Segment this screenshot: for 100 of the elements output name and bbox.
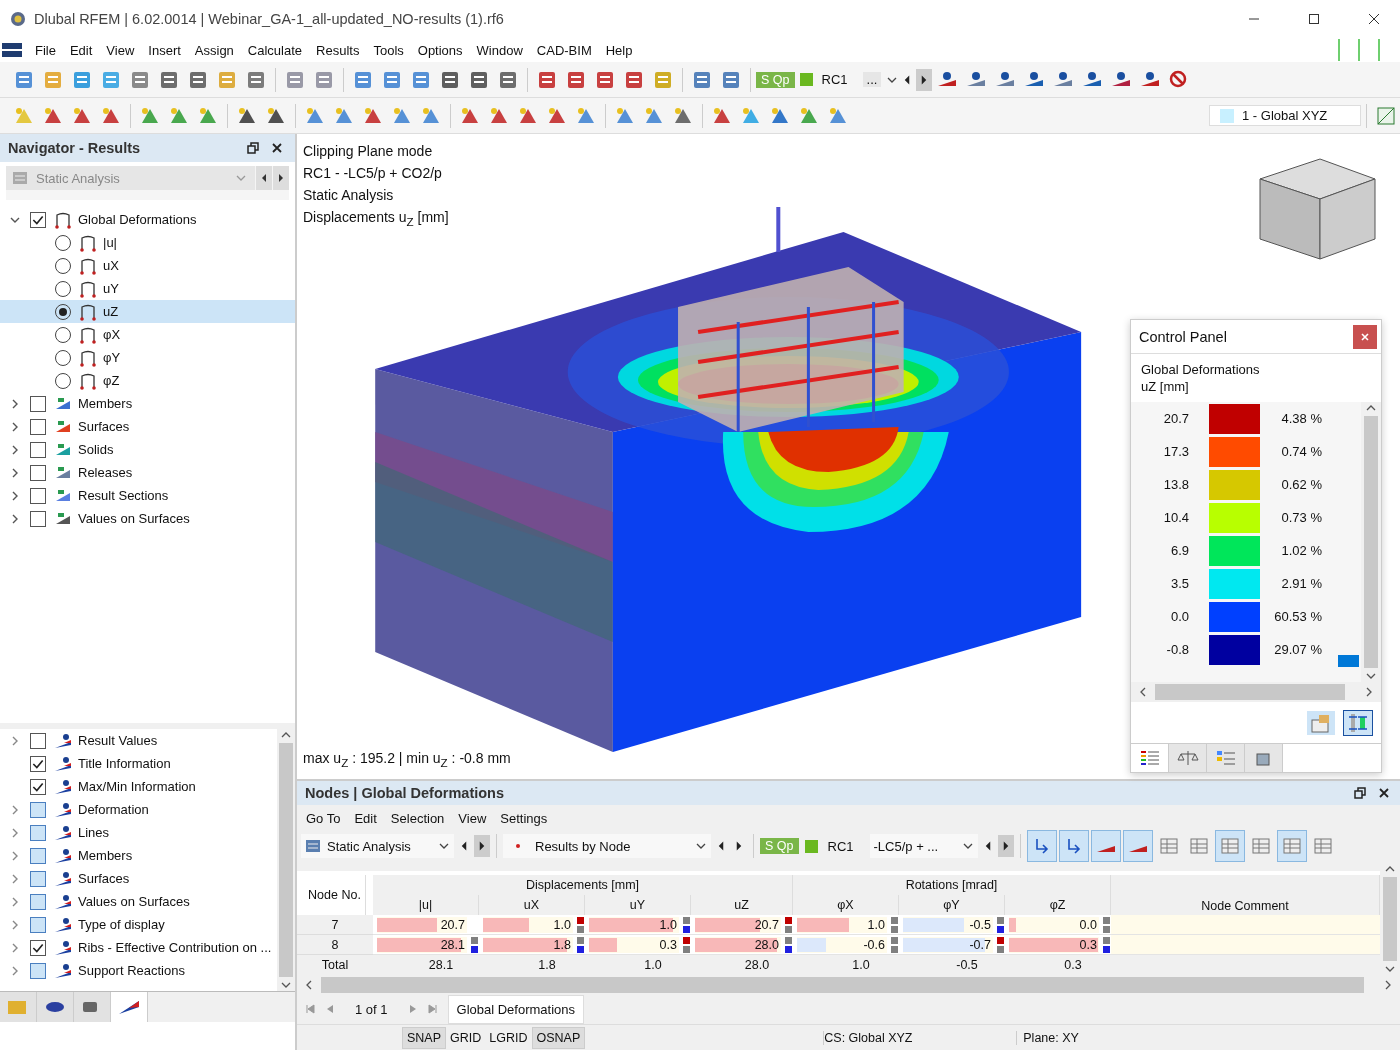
next-icon[interactable] bbox=[916, 68, 933, 91]
menu-item[interactable]: Options bbox=[410, 42, 470, 58]
checkbox[interactable] bbox=[30, 962, 46, 979]
checkbox[interactable] bbox=[30, 916, 46, 933]
status-toggle[interactable]: SNAP bbox=[402, 1026, 447, 1049]
sheet-tab[interactable]: Global Deformations bbox=[447, 994, 585, 1024]
menu-item[interactable]: Calculate bbox=[240, 42, 310, 58]
checkbox[interactable] bbox=[30, 755, 46, 772]
expand-icon[interactable] bbox=[10, 919, 20, 930]
checkbox[interactable] bbox=[30, 893, 46, 910]
expand-icon[interactable] bbox=[10, 965, 20, 976]
checkbox[interactable] bbox=[30, 441, 46, 458]
panel-tab[interactable] bbox=[1169, 744, 1207, 772]
tree-item[interactable]: Global Deformations bbox=[78, 212, 197, 227]
close-icon[interactable] bbox=[271, 142, 283, 154]
checkbox[interactable] bbox=[30, 211, 46, 228]
tool-icon[interactable] bbox=[1122, 830, 1153, 862]
expand-icon[interactable] bbox=[10, 896, 20, 907]
menu-item[interactable]: View bbox=[99, 42, 142, 58]
navigator-tab[interactable] bbox=[37, 992, 74, 1022]
checkbox[interactable] bbox=[30, 870, 46, 887]
next-icon[interactable] bbox=[997, 835, 1014, 857]
load-case-dropdown[interactable]: -LC5/p + ... bbox=[869, 834, 978, 858]
menu-item[interactable]: Go To bbox=[299, 810, 348, 826]
expand-icon[interactable] bbox=[10, 804, 20, 815]
navigator-tab[interactable] bbox=[111, 992, 148, 1022]
tree-item[interactable]: Members bbox=[78, 848, 133, 863]
tree-item[interactable]: φX bbox=[0, 323, 295, 346]
checkbox[interactable] bbox=[30, 418, 46, 435]
expand-icon[interactable] bbox=[10, 398, 20, 409]
menu-item[interactable]: Assign bbox=[187, 42, 241, 58]
scrollbar[interactable] bbox=[277, 729, 295, 991]
analysis-dropdown[interactable]: Static Analysis bbox=[301, 834, 454, 858]
expand-icon[interactable] bbox=[10, 467, 20, 478]
expand-icon[interactable] bbox=[10, 942, 20, 953]
menu-item[interactable]: Results bbox=[309, 42, 367, 58]
checkbox[interactable] bbox=[30, 824, 46, 841]
tree-item[interactable]: uX bbox=[0, 254, 295, 277]
color-scale-icon[interactable] bbox=[1343, 709, 1373, 736]
status-toggle[interactable]: OSNAP bbox=[531, 1026, 586, 1049]
expand-icon[interactable] bbox=[10, 444, 20, 455]
tree-item[interactable]: Max/Min Information bbox=[78, 779, 196, 794]
tree-item[interactable]: Values on Surfaces bbox=[78, 894, 190, 909]
navigator-tab[interactable] bbox=[74, 992, 111, 1022]
expand-icon[interactable] bbox=[10, 490, 20, 501]
status-toggle[interactable]: LGRID bbox=[485, 1027, 532, 1048]
coordinate-system-dropdown[interactable]: 1 - Global XYZ bbox=[1209, 105, 1361, 126]
checkbox[interactable] bbox=[30, 847, 46, 864]
checkbox[interactable] bbox=[30, 801, 46, 818]
tree-item[interactable]: uZ bbox=[0, 300, 295, 323]
tree-item[interactable]: Type of display bbox=[78, 917, 165, 932]
status-toggle[interactable]: GRID bbox=[446, 1027, 486, 1048]
menu-item[interactable]: File bbox=[28, 42, 63, 58]
expand-icon[interactable] bbox=[10, 827, 20, 838]
tree-item[interactable]: Deformation bbox=[78, 802, 149, 817]
next-icon[interactable] bbox=[273, 166, 289, 190]
tree-item[interactable]: Values on Surfaces bbox=[78, 511, 190, 526]
menu-item[interactable]: Help bbox=[598, 42, 640, 58]
menu-item[interactable]: Settings bbox=[493, 810, 555, 826]
checkbox[interactable] bbox=[30, 510, 46, 527]
previous-icon[interactable] bbox=[256, 166, 272, 190]
scrollbar[interactable] bbox=[1361, 402, 1381, 682]
combination-dropdown[interactable]: RC1 bbox=[819, 72, 862, 87]
tree-item[interactable]: |u| bbox=[0, 231, 295, 254]
tree-item[interactable]: uY bbox=[0, 277, 295, 300]
combination-more-dropdown[interactable]: ... bbox=[862, 72, 882, 87]
close-icon[interactable] bbox=[1368, 13, 1380, 25]
checkbox[interactable] bbox=[30, 395, 46, 412]
tool-icon[interactable] bbox=[1090, 830, 1121, 862]
expand-icon[interactable] bbox=[10, 735, 20, 746]
legend-slider-handle[interactable] bbox=[1338, 655, 1359, 667]
menu-item[interactable]: Edit bbox=[62, 42, 100, 58]
tree-item[interactable]: Result Sections bbox=[78, 488, 169, 503]
next-page-icon[interactable] bbox=[407, 1004, 418, 1014]
maximize-icon[interactable] bbox=[1308, 13, 1320, 25]
checkbox[interactable] bbox=[30, 487, 46, 504]
menu-item[interactable]: Tools bbox=[366, 42, 411, 58]
tree-item[interactable]: Solids bbox=[78, 442, 114, 457]
tree-item[interactable]: Releases bbox=[78, 465, 133, 480]
menu-item[interactable]: Insert bbox=[141, 42, 188, 58]
app-menu-icon[interactable] bbox=[2, 43, 22, 57]
expand-icon[interactable] bbox=[10, 873, 20, 884]
restore-icon[interactable] bbox=[247, 142, 259, 154]
last-page-icon[interactable] bbox=[427, 1004, 438, 1014]
restore-icon[interactable] bbox=[1354, 787, 1366, 799]
checkbox[interactable] bbox=[30, 939, 46, 956]
menu-item[interactable]: CAD-BIM bbox=[529, 42, 599, 58]
tree-item[interactable]: Surfaces bbox=[78, 871, 130, 886]
checkbox[interactable] bbox=[30, 732, 46, 749]
tree-item[interactable]: Ribs - Effective Contribution on ... bbox=[78, 940, 272, 955]
checkbox[interactable] bbox=[30, 778, 46, 795]
close-icon[interactable] bbox=[1378, 787, 1390, 799]
menu-item[interactable]: Window bbox=[469, 42, 530, 58]
panel-tab[interactable] bbox=[1131, 744, 1169, 772]
menu-item[interactable]: Selection bbox=[383, 810, 452, 826]
previous-page-icon[interactable] bbox=[325, 1004, 335, 1014]
first-page-icon[interactable] bbox=[305, 1004, 315, 1014]
panel-tab[interactable] bbox=[1245, 744, 1283, 772]
tool-icon[interactable] bbox=[1026, 830, 1057, 862]
menu-item[interactable]: View bbox=[451, 810, 494, 826]
